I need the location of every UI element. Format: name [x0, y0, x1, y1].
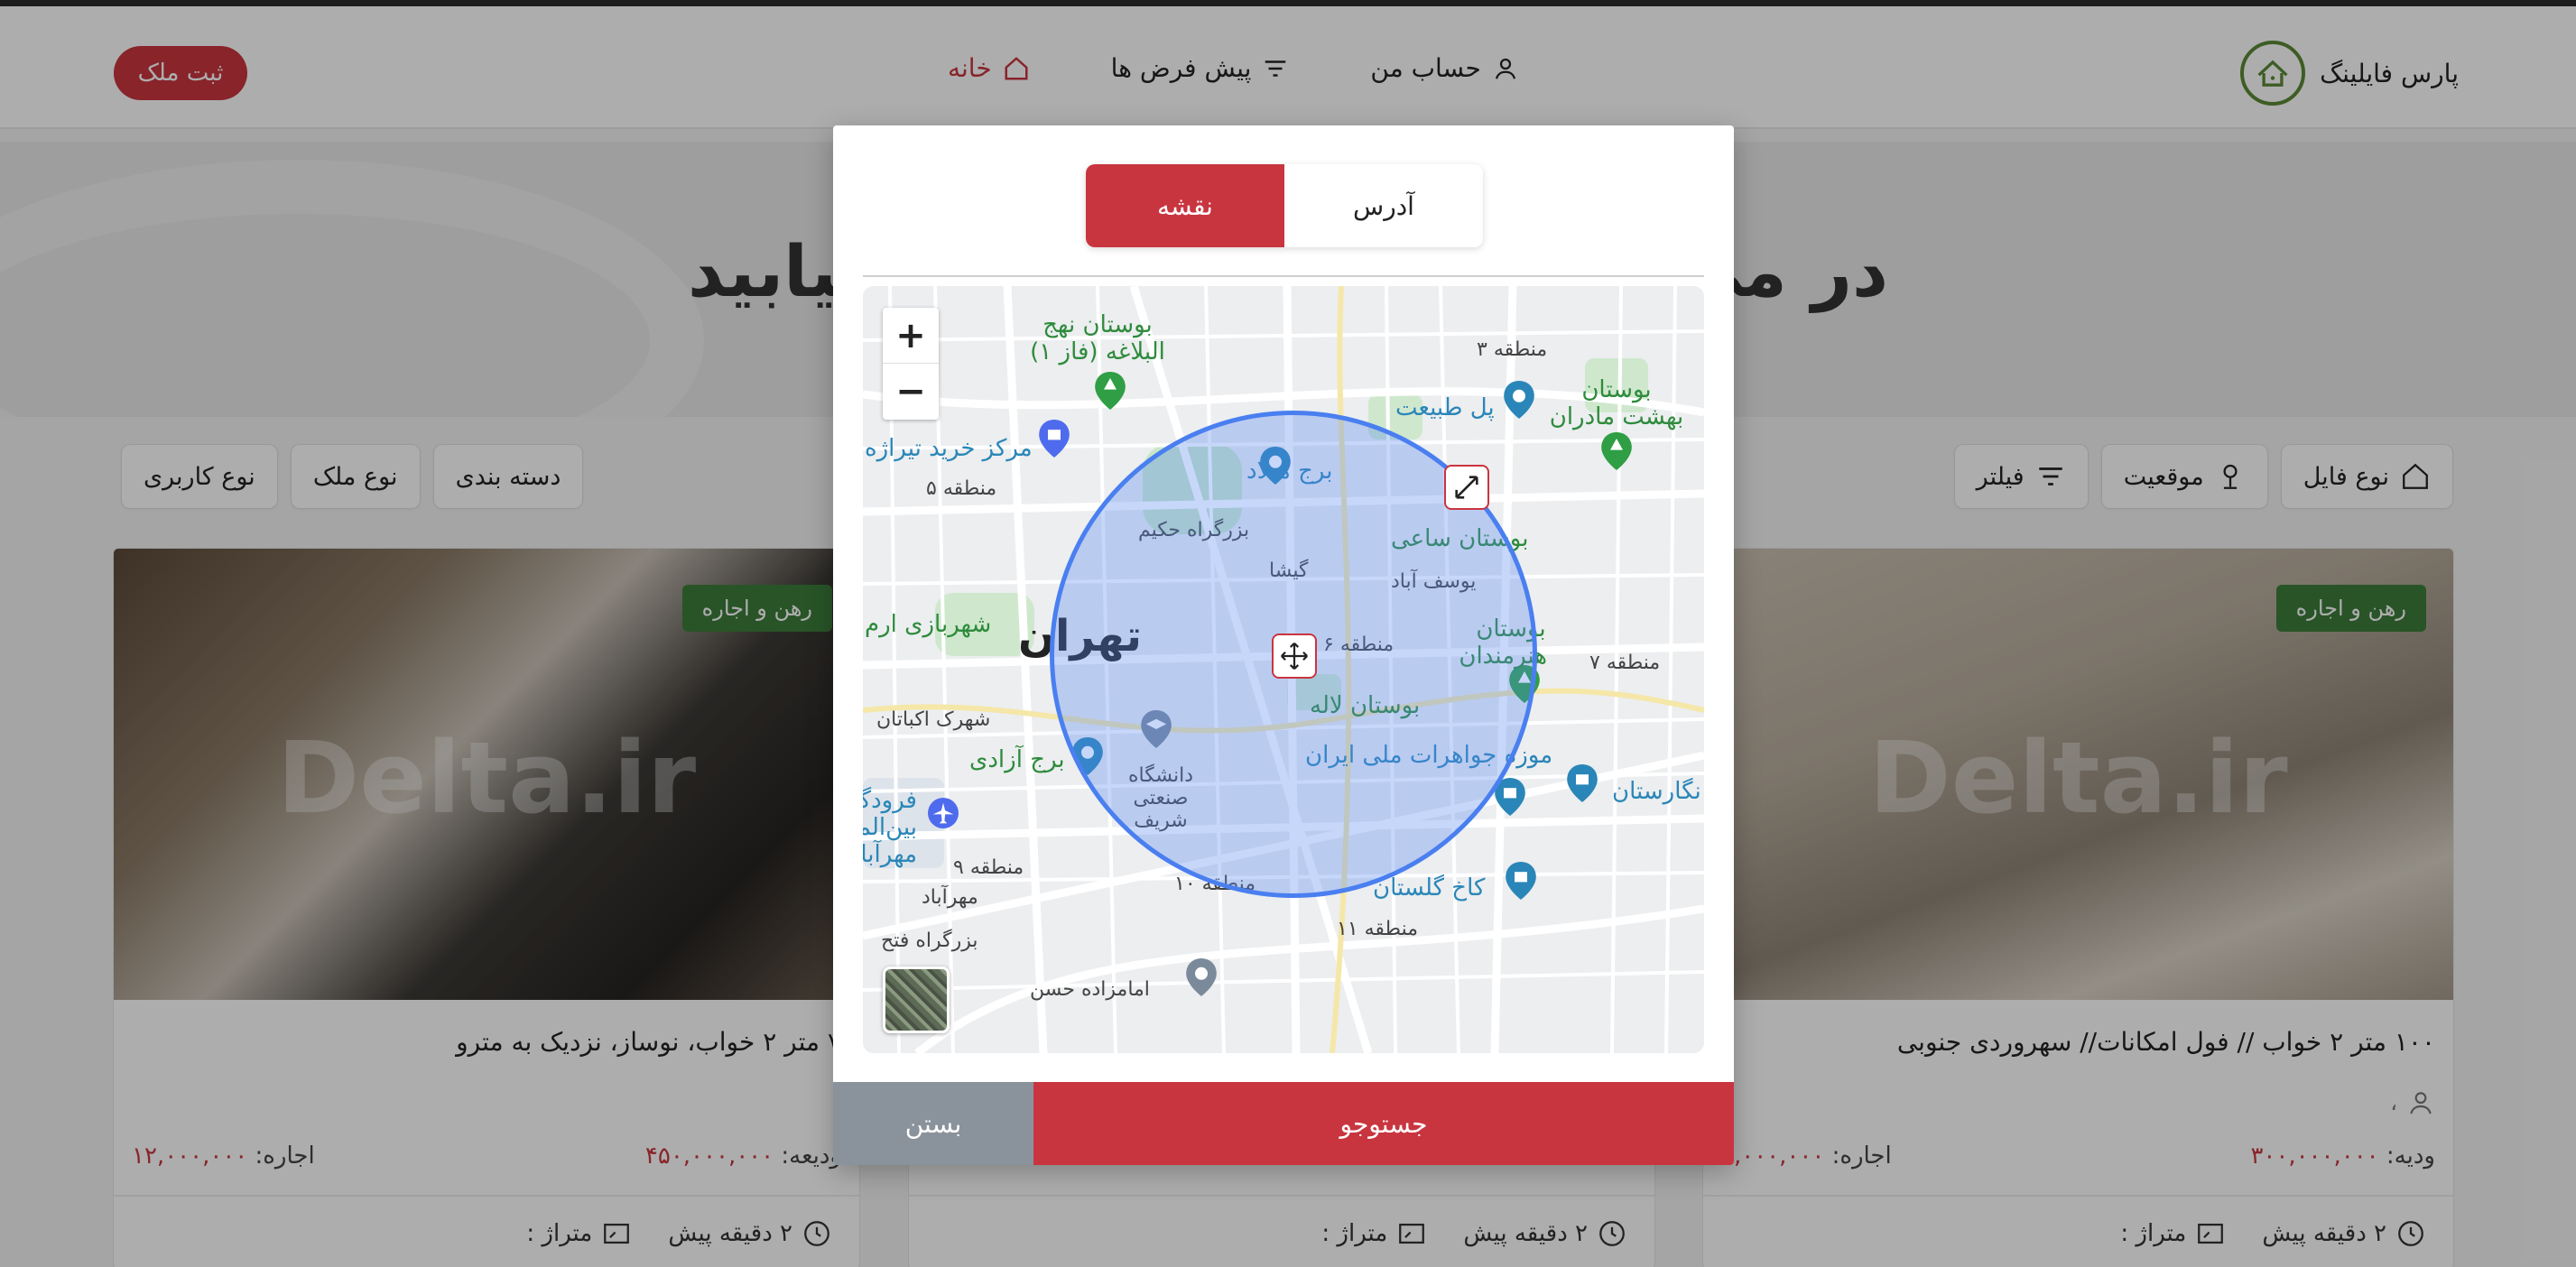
map-label: بوستان نهج البلاغه (فاز ۱) — [1030, 311, 1165, 365]
park-pin-icon — [1601, 432, 1632, 470]
map-label: بزرگراه فتح — [881, 929, 978, 952]
zoom-out-button[interactable]: − — [883, 364, 939, 420]
zoom-in-button[interactable]: + — [883, 308, 939, 364]
map-label: مهرآباد — [922, 886, 978, 909]
airport-icon — [928, 798, 959, 828]
map-label: کاخ گلستان — [1373, 874, 1486, 902]
divider — [863, 275, 1704, 277]
move-arrows-icon — [1281, 643, 1308, 670]
map-label: مرکز خرید تیراژه — [865, 435, 1033, 462]
shopping-pin-icon — [1039, 420, 1070, 458]
map-label: شهرک اکباتان — [876, 708, 991, 731]
museum-pin-icon — [1506, 862, 1536, 900]
resize-diagonal-icon — [1455, 476, 1478, 499]
zoom-controls: + − — [883, 308, 939, 420]
landmark-pin-icon — [1504, 381, 1534, 419]
modal-tabs: نقشه آدرس — [1086, 164, 1483, 247]
park-pin-icon — [1095, 372, 1126, 410]
map-label: منطقه ۵ — [926, 477, 997, 500]
satellite-layer-toggle[interactable] — [883, 966, 950, 1033]
map-label: منطقه ۷ — [1589, 652, 1661, 674]
location-modal: نقشه آدرس بوستان نهج البلاغه (فاز ۱) منط… — [833, 125, 1734, 1165]
map-label: منطقه ۱۱ — [1337, 918, 1419, 940]
resize-handle[interactable] — [1444, 465, 1489, 510]
map-view[interactable]: بوستان نهج البلاغه (فاز ۱) منطقه ۳ پل طب… — [863, 286, 1704, 1053]
map-label: برج آزادی — [969, 746, 1065, 773]
tab-address[interactable]: آدرس — [1284, 164, 1483, 247]
map-label: شهربازی ارم — [865, 611, 992, 638]
museum-pin-icon — [1567, 764, 1598, 802]
map-label: امامزاده حسن — [1030, 978, 1150, 1001]
shrine-pin-icon — [1186, 958, 1217, 996]
close-button[interactable]: بستن — [833, 1082, 1033, 1165]
map-label: پل طبیعت — [1395, 394, 1495, 421]
modal-actions: بستن جستوجو — [833, 1082, 1734, 1165]
map-label: بوستان بهشت مادران — [1549, 376, 1684, 430]
tab-map[interactable]: نقشه — [1086, 164, 1284, 247]
map-label: منطقه ۹ — [953, 856, 1024, 879]
map-label: فرودگاه بین‌المللی مهرآباد — [863, 787, 917, 868]
move-handle[interactable] — [1272, 634, 1317, 679]
search-button[interactable]: جستوجو — [1033, 1082, 1734, 1165]
map-label: منطقه ۳ — [1477, 338, 1548, 361]
map-label: نگارستان — [1612, 778, 1701, 805]
